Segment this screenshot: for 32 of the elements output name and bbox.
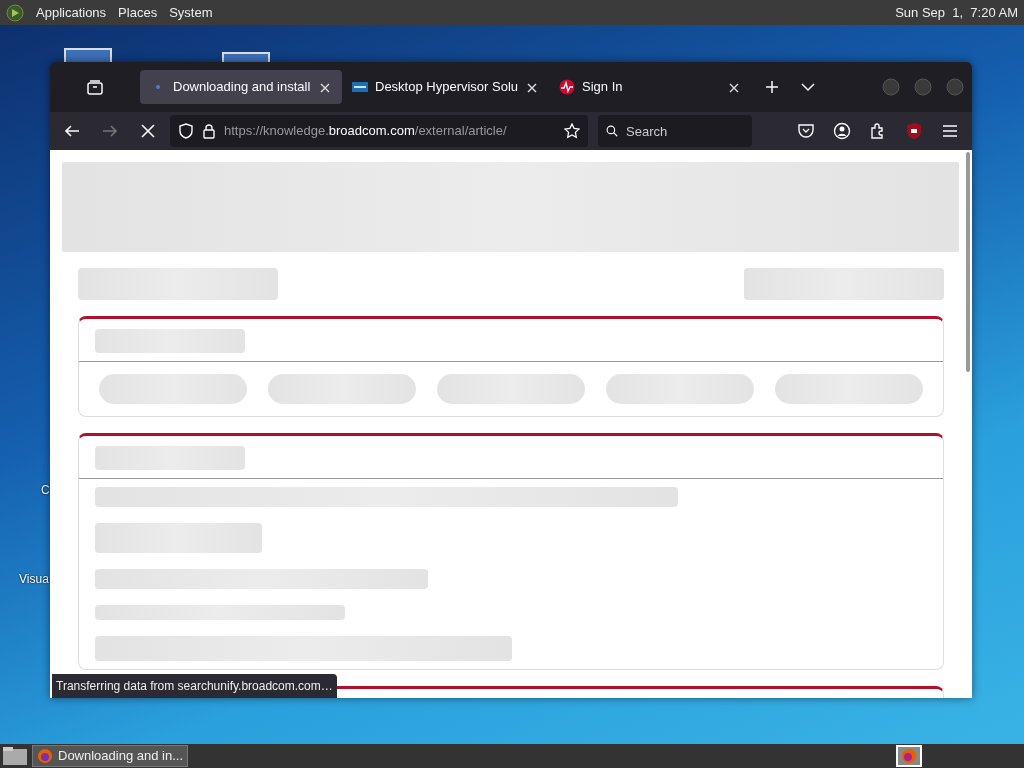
browser-tab[interactable]: Sign In <box>549 70 752 104</box>
folder-icon[interactable] <box>2 746 28 766</box>
logo-icon[interactable] <box>6 3 24 22</box>
browser-tab[interactable]: Downloading and install <box>140 70 342 104</box>
chevron-down-icon[interactable] <box>801 82 816 92</box>
taskbar-button[interactable]: Downloading and in... <box>32 745 189 767</box>
browser-icon <box>37 748 53 764</box>
tab-title: Desktop Hypervisor Solu <box>375 78 519 97</box>
scrollbar-thumb[interactable] <box>966 152 970 372</box>
tab-title: Downloading and install <box>173 78 311 97</box>
plus-icon[interactable] <box>765 80 780 94</box>
panel-menu[interactable]: Places <box>118 2 158 23</box>
panel-menu[interactable]: System <box>169 2 213 23</box>
shield-icon <box>178 123 194 139</box>
desktop-icon-label: C <box>41 482 50 499</box>
desktop-icon-label: Visua <box>19 571 49 588</box>
star-icon[interactable] <box>564 123 580 139</box>
tab-title: Sign In <box>582 78 624 97</box>
clock: Sun Sep 1, 7:20 AM <box>895 3 1018 22</box>
tab-overview-icon[interactable] <box>86 79 104 95</box>
lock-icon <box>202 123 216 139</box>
site-icon <box>559 79 576 95</box>
site-icon <box>352 79 368 95</box>
browser-icon[interactable] <box>896 745 922 767</box>
url-text: https://knowledge.broadcom.com/external/article/ <box>224 122 508 141</box>
url-field[interactable]: https://knowledge.broadcom.com/external/article/ <box>170 115 588 147</box>
search-field[interactable]: Search <box>624 118 744 144</box>
search-icon <box>606 123 618 139</box>
panel-menu[interactable]: Applications <box>36 2 107 23</box>
search-box[interactable]: Search <box>598 115 752 147</box>
status-text: Transferring data from searchunify.broadcom.com… <box>52 674 337 698</box>
browser-tab[interactable]: Desktop Hypervisor Solu <box>342 70 550 104</box>
